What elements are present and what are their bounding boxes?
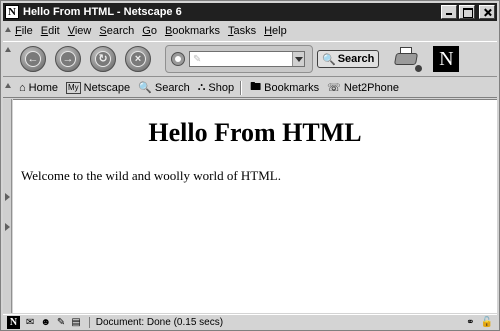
net2phone-label: Net2Phone <box>343 81 399 94</box>
personal-bookmarks-button[interactable]: 🖿 Bookmarks <box>250 78 319 97</box>
page-content: Hello From HTML Welcome to the wild and … <box>13 99 497 313</box>
personalbar-collapse-grip-icon[interactable] <box>3 78 11 97</box>
navbar-collapse-grip-icon[interactable] <box>3 42 11 76</box>
personal-search-link[interactable]: 🔍 Search <box>138 81 190 95</box>
navigation-toolbar: ← → ↻ × ✎ 🔍 Search N <box>3 41 497 77</box>
reload-button[interactable]: ↻ <box>90 46 116 72</box>
back-arrow-icon: ← <box>25 51 41 67</box>
browser-window: N Hello From HTML - Netscape 6 File Edit… <box>0 0 500 331</box>
security-lock-icon[interactable]: 🔓 <box>481 317 493 328</box>
magnifier-icon: 🔍 <box>322 53 336 66</box>
search-button-label: Search <box>337 53 375 65</box>
search-icon: 🔍 <box>138 82 152 94</box>
throbber-area: N <box>393 45 460 73</box>
stop-button[interactable]: × <box>125 46 151 72</box>
forward-button[interactable]: → <box>55 46 81 72</box>
mail-icon[interactable]: ✉ <box>26 317 34 328</box>
title-bar: N Hello From HTML - Netscape 6 <box>3 3 497 21</box>
page-proxy-icon[interactable]: ✎ <box>193 54 201 65</box>
instant-messenger-icon[interactable]: ☻ <box>40 317 51 328</box>
back-button[interactable]: ← <box>20 46 46 72</box>
menu-file[interactable]: File <box>11 25 37 37</box>
close-button[interactable] <box>479 5 495 19</box>
search-label: Search <box>154 81 190 94</box>
url-history-icon[interactable] <box>171 52 185 66</box>
menu-view[interactable]: View <box>64 25 96 37</box>
url-field: ✎ <box>189 51 305 67</box>
home-label: Home <box>28 81 58 94</box>
status-bar: N ✉ ☻ ✎ ▤ Document: Done (0.15 secs) ⚭ 🔓 <box>3 314 497 330</box>
net2phone-icon: ☏ <box>327 82 341 94</box>
netscape-app-icon[interactable]: N <box>5 5 19 19</box>
stop-icon: × <box>130 51 146 67</box>
reload-icon: ↻ <box>95 51 111 67</box>
online-status-icon[interactable]: ⚭ <box>466 317 474 328</box>
home-icon: ⌂ <box>19 81 26 94</box>
url-input[interactable] <box>206 52 287 66</box>
address-book-icon[interactable]: ▤ <box>71 317 80 328</box>
url-bar: ✎ <box>165 45 313 73</box>
maximize-button[interactable] <box>459 5 475 19</box>
url-dropdown-button[interactable] <box>291 52 304 66</box>
personal-toolbar: ⌂ Home My Netscape 🔍 Search ⛬ Shop 🖿 Boo… <box>3 78 497 98</box>
forward-arrow-icon: → <box>60 51 76 67</box>
status-indicators: ⚭ 🔓 <box>460 317 493 328</box>
print-icon[interactable] <box>393 45 425 73</box>
personal-shop-link[interactable]: ⛬ Shop <box>198 81 234 94</box>
composer-icon[interactable]: ✎ <box>57 317 65 328</box>
page-paragraph: Welcome to the wild and woolly world of … <box>21 168 281 183</box>
sidebar-toggle-tab[interactable] <box>3 99 12 313</box>
page-heading: Hello From HTML <box>148 118 362 147</box>
netscape-component-icon[interactable]: N <box>7 316 20 329</box>
menu-help[interactable]: Help <box>260 25 291 37</box>
bookmarks-folder-icon: 🖿 <box>250 81 262 93</box>
status-text: Document: Done (0.15 secs) <box>88 317 460 328</box>
menu-bar: File Edit View Search Go Bookmarks Tasks… <box>3 22 497 40</box>
menu-search[interactable]: Search <box>95 25 138 37</box>
personal-net2phone-link[interactable]: ☏ Net2Phone <box>327 81 399 95</box>
window-title: Hello From HTML - Netscape 6 <box>23 6 182 18</box>
minimize-button[interactable] <box>441 5 457 19</box>
bookmarks-label: Bookmarks <box>264 81 320 94</box>
menu-tasks[interactable]: Tasks <box>224 25 260 37</box>
personal-home-link[interactable]: ⌂ Home <box>19 82 58 94</box>
netscape-label: Netscape <box>83 81 131 94</box>
menubar-collapse-grip-icon[interactable] <box>3 22 11 40</box>
menu-go[interactable]: Go <box>138 25 161 37</box>
menu-bookmarks[interactable]: Bookmarks <box>161 25 224 37</box>
my-netscape-icon: My <box>66 81 81 94</box>
shop-icon: ⛬ <box>197 81 206 93</box>
toolbar-separator <box>240 80 243 95</box>
shop-label: Shop <box>208 81 235 94</box>
personal-my-netscape-link[interactable]: My Netscape <box>66 81 131 94</box>
search-button[interactable]: 🔍 Search <box>317 50 380 68</box>
menu-edit[interactable]: Edit <box>37 25 64 37</box>
netscape-throbber-logo[interactable]: N <box>433 46 460 72</box>
